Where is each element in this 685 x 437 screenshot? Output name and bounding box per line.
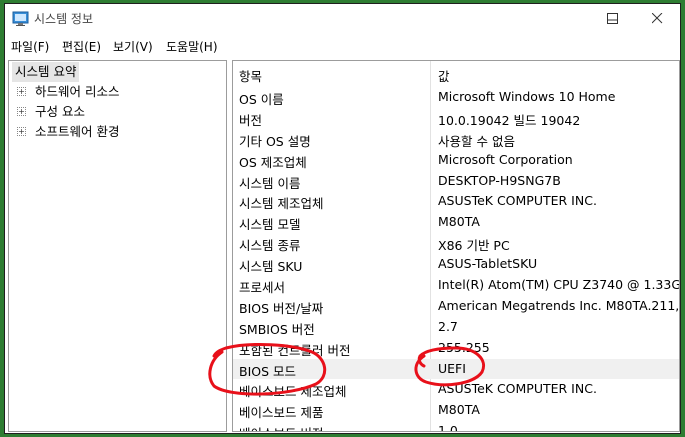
system-information-window: 시스템 정보 파일(F) 편집(E) 보기(V) 도움말(H) 시스템 요약 +…	[4, 3, 681, 434]
item-cell: 시스템 모델	[239, 217, 301, 233]
item-cell: BIOS 모드	[239, 363, 297, 379]
item-cell: 베이스보드 버전	[239, 423, 323, 431]
column-header-value[interactable]: 값	[438, 66, 450, 85]
table-body: OS 이름 Microsoft Windows 10 Home 버전 10.0.190…	[233, 87, 679, 432]
close-icon	[651, 13, 662, 24]
tree-item-label: 소프트웨어 환경	[35, 124, 120, 139]
column-header-item[interactable]: 항목	[239, 66, 262, 85]
table-row[interactable]: BIOS 버전/날짜 American Megatrends Inc. M80TA…	[233, 296, 679, 317]
item-cell: 베이스보드 제품	[239, 405, 324, 421]
value-cell: M80TA	[438, 402, 480, 418]
item-cell: 시스템 종류	[239, 238, 301, 254]
tree-item-system-summary[interactable]: 시스템 요약	[12, 62, 80, 82]
table-row[interactable]: 베이스보드 제조업체 ASUSTeK COMPUTER INC.	[233, 379, 679, 400]
expand-plus-icon[interactable]: +	[17, 127, 26, 136]
value-cell: 2.7	[438, 318, 458, 334]
close-button[interactable]	[635, 4, 679, 33]
category-tree: 시스템 요약 + 하드웨어 리소스 + 구성 요소 + 소프트웨어 환경	[8, 60, 227, 432]
value-cell: 사용할 수 없음	[438, 133, 515, 149]
menu-view[interactable]: 보기(V)	[113, 38, 153, 55]
value-cell: X86 기반 PC	[438, 238, 510, 254]
tree-item-label: 구성 요소	[35, 104, 85, 119]
value-cell: DESKTOP-H9SNG7B	[438, 172, 561, 188]
value-cell: American Megatrends Inc. M80TA.211, 2	[438, 297, 680, 313]
value-cell: 10.0.19042 빌드 19042	[438, 112, 581, 128]
table-row[interactable]: 베이스보드 버전 1.0	[233, 421, 679, 432]
table-row[interactable]: OS 제조업체 Microsoft Corporation	[233, 150, 679, 171]
system-info-app-icon	[12, 11, 29, 26]
item-cell: OS 제조업체	[239, 154, 307, 170]
menu-bar: 파일(F) 편집(E) 보기(V) 도움말(H)	[5, 34, 680, 58]
tree-item-components[interactable]: + 구성 요소	[16, 102, 216, 122]
item-cell: 기타 OS 설명	[239, 133, 311, 149]
tree-item-label: 하드웨어 리소스	[35, 84, 120, 99]
item-cell: 시스템 이름	[239, 175, 301, 191]
title-bar[interactable]: 시스템 정보	[5, 4, 680, 34]
table-row[interactable]: 시스템 종류 X86 기반 PC	[233, 233, 679, 254]
value-cell: 255.255	[438, 339, 490, 355]
table-row[interactable]: 기타 OS 설명 사용할 수 없음	[233, 129, 679, 150]
item-cell: 포함된 컨트롤러 버전	[239, 342, 351, 358]
table-row[interactable]: 시스템 SKU ASUS-TabletSKU	[233, 254, 679, 275]
value-cell: ASUSTeK COMPUTER INC.	[438, 193, 597, 209]
table-row[interactable]: 시스템 이름 DESKTOP-H9SNG7B	[233, 171, 679, 192]
item-cell: BIOS 버전/날짜	[239, 300, 324, 316]
table-row[interactable]: 프로세서 Intel(R) Atom(TM) CPU Z3740 @ 1.33G	[233, 275, 679, 296]
item-cell: SMBIOS 버전	[239, 321, 315, 337]
item-cell: 버전	[239, 112, 263, 128]
value-cell: Intel(R) Atom(TM) CPU Z3740 @ 1.33G	[438, 277, 680, 293]
table-row[interactable]: 포함된 컨트롤러 버전 255.255	[233, 338, 679, 359]
value-cell: 1.0	[438, 423, 458, 432]
window-title: 시스템 정보	[34, 12, 94, 26]
expand-plus-icon[interactable]: +	[17, 107, 26, 116]
item-cell: OS 이름	[239, 92, 284, 107]
value-cell: UEFI	[438, 360, 466, 376]
table-row[interactable]: OS 이름 Microsoft Windows 10 Home	[233, 87, 679, 108]
table-row[interactable]: 시스템 모델 M80TA	[233, 212, 679, 233]
value-cell: ASUSTeK COMPUTER INC.	[438, 381, 597, 397]
tree-item-software-environment[interactable]: + 소프트웨어 환경	[16, 122, 216, 142]
maximize-icon	[606, 13, 618, 24]
maximize-button[interactable]	[589, 4, 635, 33]
expand-plus-icon[interactable]: +	[17, 87, 26, 96]
table-row[interactable]: 시스템 제조업체 ASUSTeK COMPUTER INC.	[233, 191, 679, 212]
table-row[interactable]: 베이스보드 제품 M80TA	[233, 400, 679, 421]
item-cell: 시스템 제조업체	[239, 196, 324, 212]
tree-item-hardware-resources[interactable]: + 하드웨어 리소스	[16, 82, 216, 102]
value-cell: M80TA	[438, 214, 480, 230]
value-cell: Microsoft Windows 10 Home	[438, 89, 616, 104]
menu-edit[interactable]: 편집(E)	[62, 38, 101, 55]
value-cell: Microsoft Corporation	[438, 151, 573, 167]
menu-file[interactable]: 파일(F)	[11, 38, 49, 55]
menu-help[interactable]: 도움말(H)	[166, 38, 218, 55]
tree-item-label: 시스템 요약	[15, 64, 77, 79]
table-row[interactable]: 버전 10.0.19042 빌드 19042	[233, 108, 679, 129]
details-table: 항목 값 OS 이름 Microsoft Windows 10 Home 버전 10.…	[232, 60, 680, 432]
item-cell: 시스템 SKU	[239, 259, 303, 275]
item-cell: 프로세서	[239, 280, 286, 296]
value-cell: ASUS-TabletSKU	[438, 256, 538, 272]
item-cell: 베이스보드 제조업체	[239, 384, 347, 400]
table-row[interactable]: BIOS 모드 UEFI	[233, 358, 679, 380]
table-header: 항목 값	[233, 61, 679, 85]
table-row[interactable]: SMBIOS 버전 2.7	[233, 317, 679, 338]
